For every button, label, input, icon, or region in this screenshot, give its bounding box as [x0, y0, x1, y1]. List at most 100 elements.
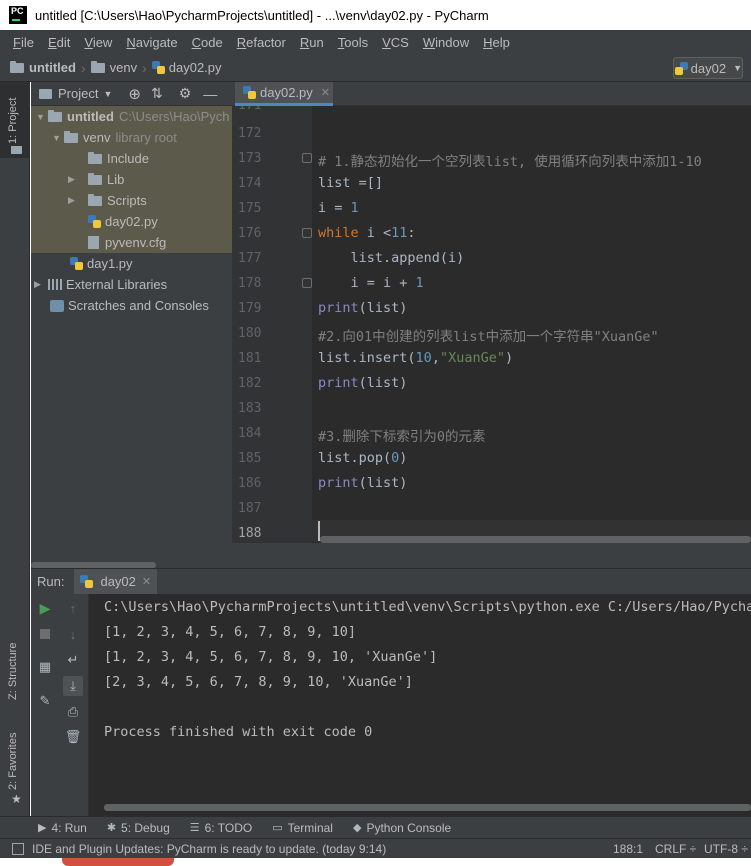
breadcrumb-file-label: day02.py: [168, 60, 222, 75]
console-line: [2, 3, 4, 5, 6, 7, 8, 9, 10, 'XuanGe']: [104, 674, 413, 690]
chevron-right-icon: ›: [142, 59, 147, 76]
tree-item-scratches[interactable]: Scratches and Consoles: [31, 295, 232, 316]
folder-icon: [88, 193, 102, 206]
run-configuration-select[interactable]: day02 ▼: [673, 57, 743, 79]
tree-item-pyvenv[interactable]: pyvenv.cfg: [31, 232, 232, 253]
breadcrumb-file[interactable]: day02.py: [151, 60, 222, 75]
tree-item-scripts[interactable]: ▶ Scripts: [31, 190, 232, 211]
line-number: 180: [238, 326, 262, 341]
arrow-up-icon[interactable]: ↑: [65, 600, 81, 616]
expand-arrow-icon[interactable]: ▶: [68, 174, 88, 185]
status-message[interactable]: IDE and Plugin Updates: PyCharm is ready…: [32, 842, 386, 856]
tool-tab-terminal[interactable]: ▭ Terminal: [272, 821, 333, 835]
print-icon[interactable]: ⎙: [65, 704, 81, 720]
close-icon[interactable]: ✕: [321, 86, 330, 99]
tree-item-lib[interactable]: ▶ Lib: [31, 169, 232, 190]
run-tab-day02[interactable]: day02 ✕: [74, 568, 158, 595]
structure-tool-tab[interactable]: Z: Structure: [0, 622, 30, 707]
code-line: print(list): [318, 300, 408, 316]
favorites-tool-tab-label: 2: Favorites: [7, 732, 19, 790]
collapse-all-icon[interactable]: ⇅: [151, 85, 163, 102]
menu-view[interactable]: View: [77, 35, 119, 50]
line-number: 181: [238, 351, 262, 366]
rerun-icon[interactable]: ▶: [37, 600, 53, 616]
menu-edit[interactable]: Edit: [41, 35, 77, 50]
tree-item-external-libraries[interactable]: ▶ External Libraries: [31, 274, 232, 295]
editor-tab-bar: day02.py ✕: [232, 82, 751, 106]
layout-icon[interactable]: ▦: [37, 659, 53, 675]
code-line: #2.向01中创建的列表list中添加一个字符串"XuanGe": [318, 329, 659, 345]
code-line: list =[]: [318, 175, 384, 191]
close-icon[interactable]: ✕: [142, 575, 151, 588]
editor-tab-day02[interactable]: day02.py ✕: [235, 82, 333, 106]
editor-bottom-area: [232, 543, 751, 568]
menu-vcs[interactable]: VCS: [375, 35, 416, 50]
console-horizontal-scrollbar[interactable]: [104, 804, 751, 811]
fold-marker-icon[interactable]: [302, 153, 312, 163]
line-number: 174: [238, 176, 262, 191]
tool-tab-debug[interactable]: ✱ 5: Debug: [107, 821, 170, 835]
expand-arrow-icon[interactable]: ▼: [52, 133, 64, 143]
line-number: 187: [238, 501, 262, 516]
folder-icon: [88, 151, 102, 164]
arrow-down-icon[interactable]: ↓: [65, 626, 81, 642]
tool-tab-todo[interactable]: ☰ 6: TODO: [190, 821, 252, 835]
folder-icon: [39, 88, 52, 99]
fold-marker-icon[interactable]: [302, 278, 312, 288]
tree-item-untitled[interactable]: ▼ untitled C:\Users\Hao\Pych: [31, 106, 232, 127]
chevron-down-icon: ▼: [733, 63, 742, 73]
run-console[interactable]: C:\Users\Hao\PycharmProjects\untitled\ve…: [89, 594, 751, 816]
gear-icon[interactable]: ⚙: [179, 85, 192, 102]
python-file-icon: [70, 257, 83, 270]
tree-item-day02[interactable]: day02.py: [31, 211, 232, 232]
run-toolbar: ▶ ▦ ✎ ↑ ↓ ↵ ⤓ ⎙ 🗑: [31, 594, 89, 816]
expand-arrow-icon[interactable]: ▶: [34, 279, 48, 290]
caret-position[interactable]: 188:1: [613, 842, 643, 856]
menu-navigate[interactable]: Navigate: [119, 35, 184, 50]
menu-tools[interactable]: Tools: [331, 35, 375, 50]
breadcrumb-venv[interactable]: venv: [90, 60, 137, 75]
tool-tab-run[interactable]: ▶ 4: Run: [38, 821, 87, 835]
encoding-select[interactable]: UTF-8 ÷: [704, 842, 748, 856]
code-line: i = 1: [318, 200, 359, 216]
tool-tab-python-console[interactable]: ◆ Python Console: [353, 821, 451, 835]
code-line: print(list): [318, 475, 408, 491]
editor-horizontal-scrollbar[interactable]: [320, 536, 751, 543]
tree-item-venv[interactable]: ▼ venv library root: [31, 127, 232, 148]
terminal-icon: ▭: [272, 822, 283, 834]
folder-icon: [88, 172, 102, 185]
tree-item-include[interactable]: Include: [31, 148, 232, 169]
tool-tab-todo-label: 6: TODO: [204, 820, 253, 835]
line-separator-select[interactable]: CRLF ÷: [655, 842, 696, 856]
menu-run[interactable]: Run: [293, 35, 331, 50]
locate-target-icon[interactable]: ⊕: [128, 85, 141, 103]
menu-help[interactable]: Help: [476, 35, 517, 50]
expand-arrow-icon[interactable]: ▼: [36, 112, 48, 122]
favorites-tool-tab[interactable]: 2: Favorites ★: [0, 722, 30, 807]
minimize-icon[interactable]: —: [203, 86, 217, 102]
breadcrumb-project[interactable]: untitled: [10, 60, 76, 75]
fold-marker-icon[interactable]: [302, 228, 312, 238]
scroll-to-end-icon[interactable]: ⤓: [63, 676, 83, 696]
status-toggle-icon[interactable]: [12, 842, 24, 855]
expand-arrow-icon[interactable]: ▶: [68, 195, 88, 206]
soft-wrap-icon[interactable]: ↵: [65, 652, 81, 668]
tree-item-lib-label: Lib: [107, 172, 125, 187]
tree-item-day1[interactable]: day1.py: [31, 253, 232, 274]
code-line: list.append(i): [318, 250, 465, 266]
line-number: 183: [238, 401, 262, 416]
project-panel: Project ▼ ⊕ ⇅ ⚙ — ▼ untitled C:\Users\Ha…: [31, 82, 232, 568]
tool-tab-run-label: 4: Run: [51, 820, 87, 835]
pin-icon[interactable]: ✎: [37, 693, 53, 709]
window-title-bar: PC untitled [C:\Users\Hao\PycharmProject…: [0, 0, 751, 30]
stop-icon[interactable]: [37, 626, 53, 642]
python-console-icon: ◆: [352, 822, 362, 834]
menu-refactor[interactable]: Refactor: [230, 35, 293, 50]
project-view-select[interactable]: Project: [58, 86, 98, 101]
menu-file[interactable]: File: [6, 35, 41, 50]
menu-code[interactable]: Code: [185, 35, 230, 50]
trash-icon[interactable]: 🗑: [65, 729, 82, 745]
code-editor[interactable]: # 1.静态初始化一个空列表list, 使用循环向列表中添加1-10 list …: [312, 106, 751, 543]
menu-window[interactable]: Window: [416, 35, 476, 50]
code-line: #3.删除下标索引为0的元素: [318, 429, 486, 445]
